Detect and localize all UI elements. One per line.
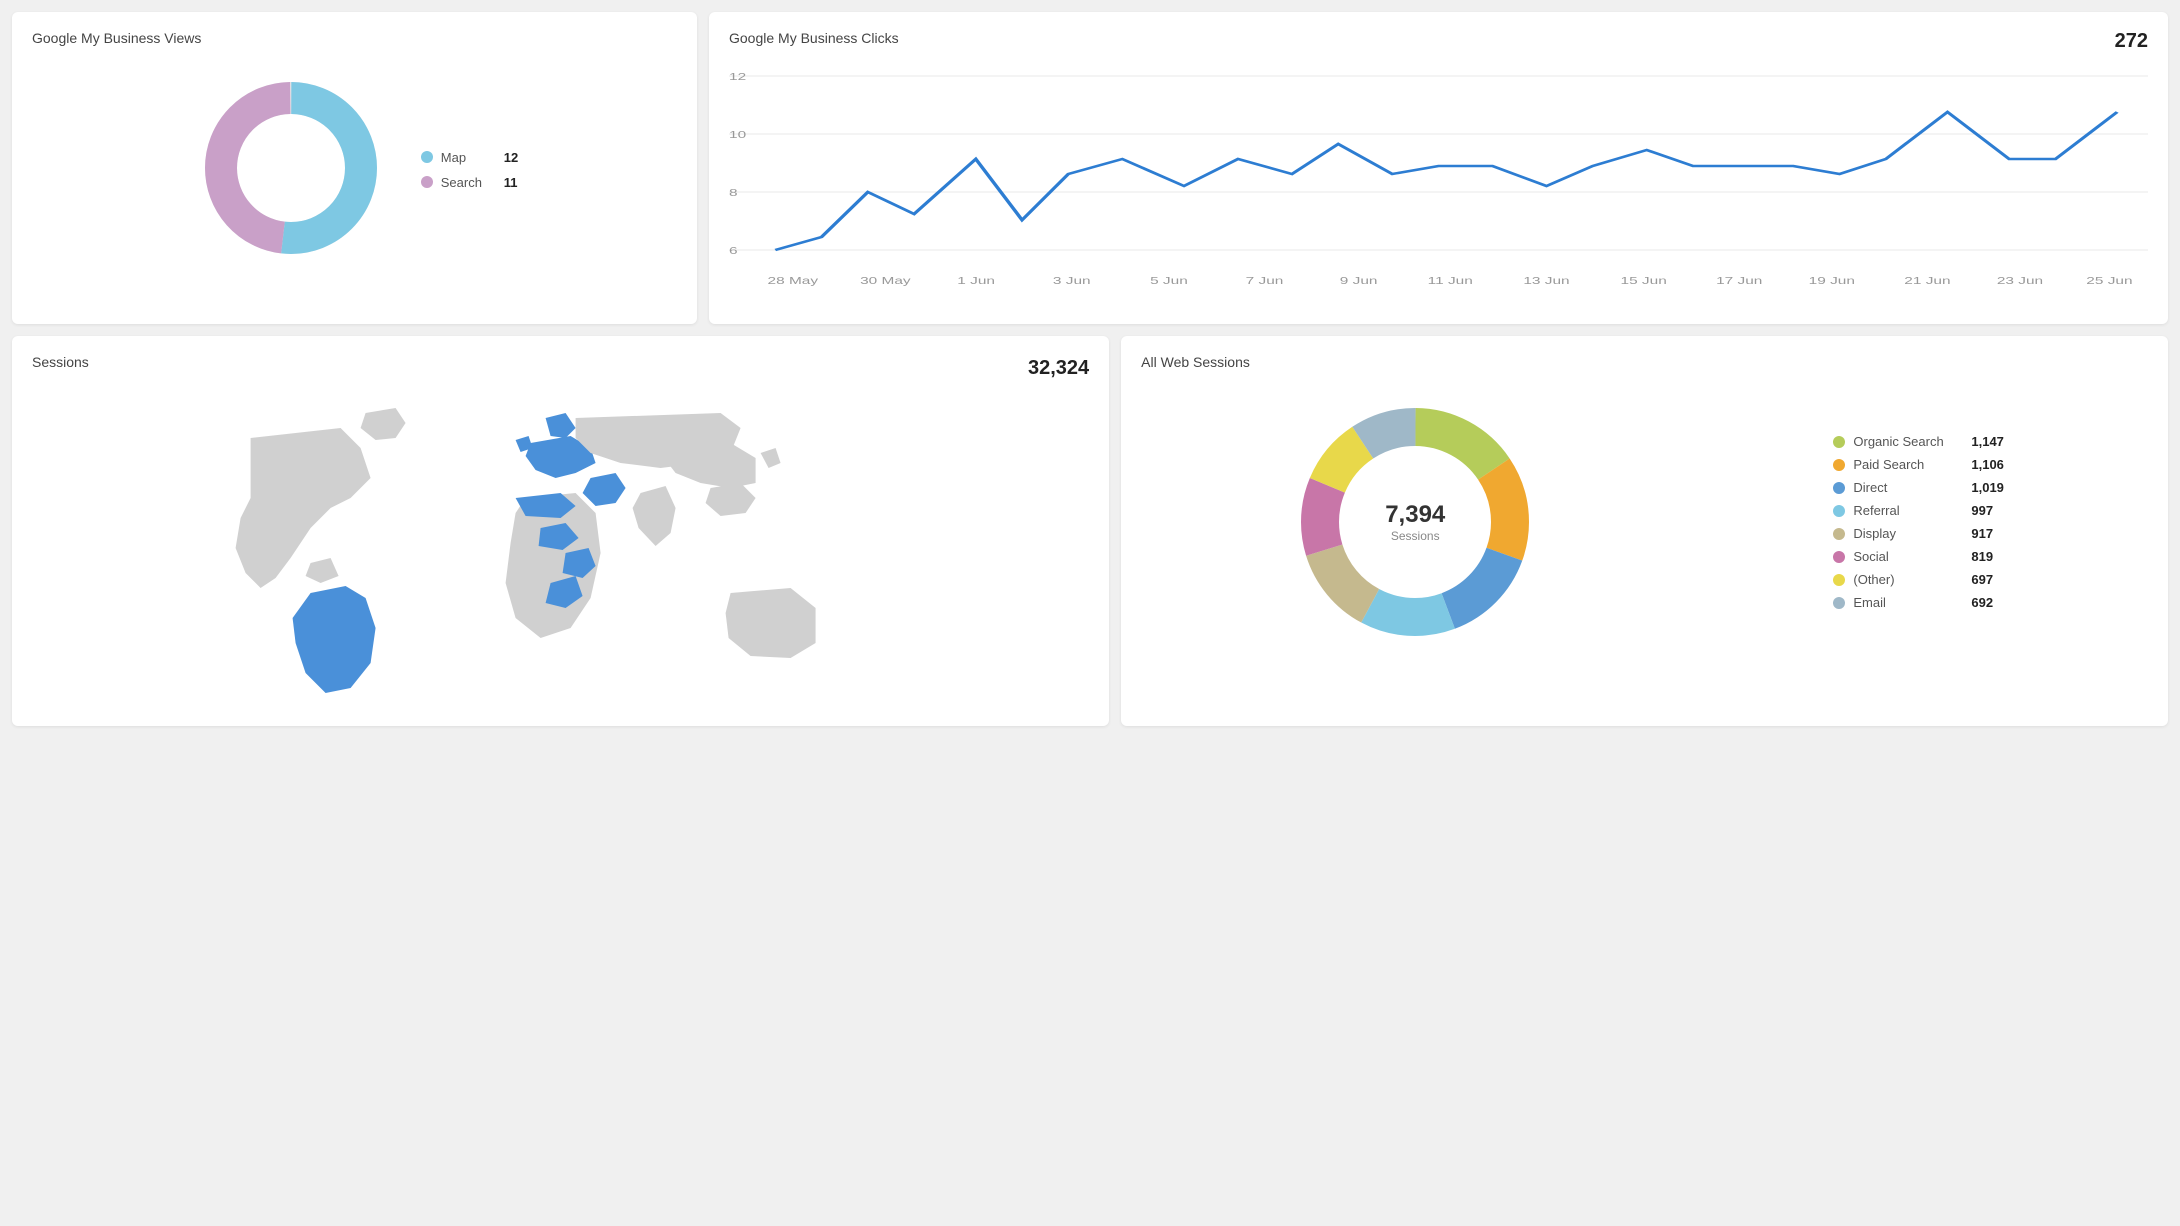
svg-text:9 Jun: 9 Jun [1340, 275, 1378, 287]
bottom-row: Sessions 32,324 .land { fill: #d0d0d0; }… [12, 336, 2168, 726]
legend-label: Paid Search [1853, 457, 1963, 472]
legend-label: Direct [1853, 480, 1963, 495]
svg-text:6: 6 [729, 245, 738, 257]
svg-text:8: 8 [729, 187, 738, 199]
gmb-views-title: Google My Business Views [32, 30, 677, 46]
svg-text:30 May: 30 May [860, 275, 911, 287]
legend-value: 1,106 [1971, 457, 2004, 472]
legend-value: 917 [1971, 526, 1993, 541]
svg-text:21 Jun: 21 Jun [1904, 275, 1950, 287]
svg-text:23 Jun: 23 Jun [1997, 275, 2043, 287]
web-legend-item: Direct 1,019 [1833, 480, 2004, 495]
map-value: 12 [504, 150, 518, 165]
legend-search: Search 11 [421, 175, 518, 190]
legend-label: Organic Search [1853, 434, 1963, 449]
legend-value: 819 [1971, 549, 1993, 564]
web-sessions-body: 7,394 Sessions Organic Search 1,147 Paid… [1141, 382, 2148, 662]
web-sessions-donut: 7,394 Sessions [1285, 392, 1545, 652]
legend-label: Referral [1853, 503, 1963, 518]
gmb-clicks-total: 272 [2115, 30, 2148, 53]
gmb-clicks-card: Google My Business Clicks 272 12 10 8 6 [709, 12, 2168, 324]
svg-text:19 Jun: 19 Jun [1809, 275, 1855, 287]
gmb-views-legend: Map 12 Search 11 [421, 150, 518, 190]
legend-color-dot [1833, 436, 1845, 448]
legend-value: 1,147 [1971, 434, 2004, 449]
web-sessions-legend: Organic Search 1,147 Paid Search 1,106 D… [1833, 434, 2004, 610]
web-legend-item: Referral 997 [1833, 503, 2004, 518]
legend-value: 697 [1971, 572, 1993, 587]
map-dot [421, 151, 433, 163]
svg-text:28 May: 28 May [768, 275, 819, 287]
legend-label: Display [1853, 526, 1963, 541]
svg-text:11 Jun: 11 Jun [1428, 275, 1473, 287]
svg-text:13 Jun: 13 Jun [1523, 275, 1569, 287]
svg-text:10: 10 [729, 129, 746, 141]
svg-text:15 Jun: 15 Jun [1621, 275, 1667, 287]
legend-label: Email [1853, 595, 1963, 610]
search-value: 11 [504, 175, 518, 190]
gmb-views-card: Google My Business Views [12, 12, 697, 324]
dashboard: Google My Business Views [12, 12, 2168, 726]
sessions-header: Sessions 32,324 [32, 354, 1089, 382]
donut-center: 7,394 Sessions [1385, 501, 1445, 543]
svg-text:3 Jun: 3 Jun [1053, 275, 1091, 287]
sessions-value: 32,324 [1028, 357, 1089, 380]
legend-label: Social [1853, 549, 1963, 564]
svg-text:5 Jun: 5 Jun [1150, 275, 1188, 287]
donut-center-value: 7,394 [1385, 501, 1445, 529]
gmb-clicks-header: Google My Business Clicks 272 [729, 30, 2148, 58]
sessions-title: Sessions [32, 354, 89, 370]
legend-color-dot [1833, 597, 1845, 609]
web-legend-item: Paid Search 1,106 [1833, 457, 2004, 472]
web-sessions-card: All Web Sessions [1121, 336, 2168, 726]
donut-center-label: Sessions [1385, 529, 1445, 543]
web-legend-item: Organic Search 1,147 [1833, 434, 2004, 449]
svg-text:25 Jun: 25 Jun [2086, 275, 2132, 287]
web-legend-item: (Other) 697 [1833, 572, 2004, 587]
legend-color-dot [1833, 528, 1845, 540]
legend-label: (Other) [1853, 572, 1963, 587]
gmb-clicks-chart: 12 10 8 6 28 May 30 May 1 Jun 3 Jun 5 Ju… [729, 66, 2148, 306]
web-legend-item: Email 692 [1833, 595, 2004, 610]
legend-color-dot [1833, 574, 1845, 586]
world-map: .land { fill: #d0d0d0; } .active { fill:… [32, 398, 1089, 708]
gmb-clicks-title: Google My Business Clicks [729, 30, 899, 46]
svg-text:17 Jun: 17 Jun [1716, 275, 1762, 287]
legend-value: 692 [1971, 595, 1993, 610]
web-sessions-title: All Web Sessions [1141, 354, 2148, 370]
top-row: Google My Business Views [12, 12, 2168, 324]
search-label: Search [441, 175, 496, 190]
legend-color-dot [1833, 459, 1845, 471]
legend-value: 1,019 [1971, 480, 2004, 495]
svg-text:7 Jun: 7 Jun [1246, 275, 1284, 287]
legend-color-dot [1833, 482, 1845, 494]
search-dot [421, 176, 433, 188]
map-label: Map [441, 150, 496, 165]
svg-text:1 Jun: 1 Jun [957, 275, 995, 287]
gmb-views-chart-container: Map 12 Search 11 [32, 58, 677, 281]
legend-value: 997 [1971, 503, 1993, 518]
web-legend-item: Display 917 [1833, 526, 2004, 541]
gmb-views-donut [191, 68, 391, 271]
sessions-card: Sessions 32,324 .land { fill: #d0d0d0; }… [12, 336, 1109, 726]
web-legend-item: Social 819 [1833, 549, 2004, 564]
legend-color-dot [1833, 505, 1845, 517]
legend-color-dot [1833, 551, 1845, 563]
svg-text:12: 12 [729, 71, 746, 83]
legend-map: Map 12 [421, 150, 518, 165]
